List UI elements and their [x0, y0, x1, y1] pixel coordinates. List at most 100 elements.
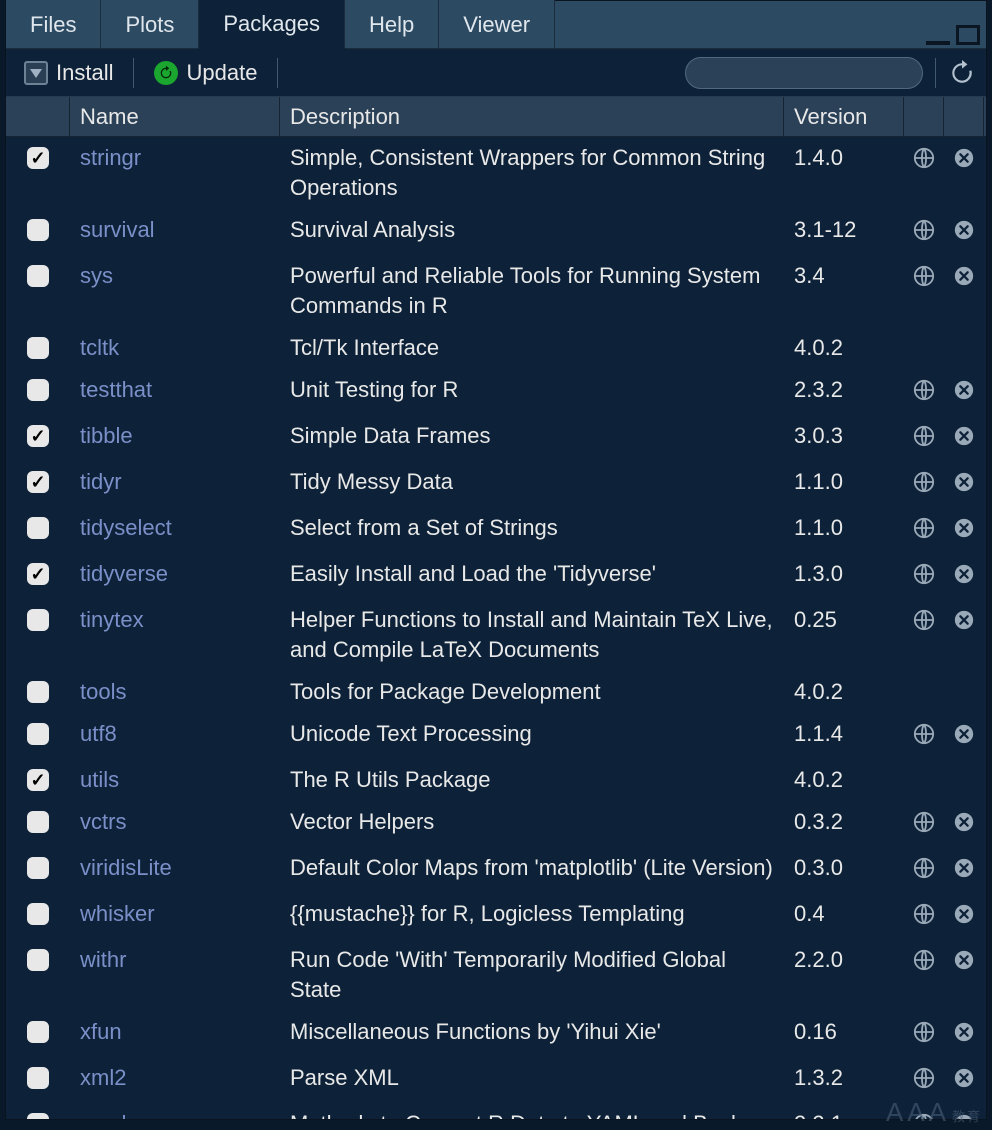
package-name-link[interactable]: tibble [70, 419, 280, 457]
toolbar-separator [133, 58, 134, 88]
remove-icon[interactable] [953, 723, 975, 753]
remove-icon[interactable] [953, 265, 975, 295]
loaded-checkbox[interactable] [27, 563, 49, 585]
package-name-link[interactable]: utf8 [70, 717, 280, 755]
package-name-link[interactable]: tidyselect [70, 511, 280, 549]
package-name-link[interactable]: yaml [70, 1107, 280, 1119]
globe-icon[interactable] [913, 425, 935, 455]
refresh-icon [949, 60, 975, 86]
minimize-icon[interactable] [926, 27, 950, 45]
remove-icon[interactable] [953, 517, 975, 547]
remove-icon[interactable] [953, 1021, 975, 1051]
package-name-link[interactable]: tinytex [70, 603, 280, 667]
package-name-link[interactable]: vctrs [70, 805, 280, 843]
remove-icon[interactable] [953, 379, 975, 409]
tab-plots[interactable]: Plots [101, 0, 199, 48]
loaded-checkbox[interactable] [27, 769, 49, 791]
search-input[interactable] [706, 62, 938, 83]
globe-icon[interactable] [913, 517, 935, 547]
package-version: 0.25 [784, 603, 904, 667]
loaded-checkbox[interactable] [27, 379, 49, 401]
package-name-link[interactable]: viridisLite [70, 851, 280, 889]
package-name-link[interactable]: stringr [70, 141, 280, 205]
package-name-link[interactable]: whisker [70, 897, 280, 935]
remove-icon[interactable] [953, 563, 975, 593]
package-name-link[interactable]: testthat [70, 373, 280, 411]
tab-packages[interactable]: Packages [199, 0, 345, 49]
refresh-button[interactable] [948, 59, 976, 87]
update-button[interactable]: Update [146, 56, 265, 90]
package-name-link[interactable]: withr [70, 943, 280, 1007]
header-web [904, 97, 944, 136]
package-name-link[interactable]: tcltk [70, 331, 280, 365]
globe-icon[interactable] [913, 147, 935, 177]
remove-icon[interactable] [953, 609, 975, 639]
package-name-link[interactable]: xml2 [70, 1061, 280, 1099]
search-box[interactable] [685, 57, 923, 89]
loaded-checkbox[interactable] [27, 903, 49, 925]
tab-files[interactable]: Files [6, 0, 101, 48]
globe-icon[interactable] [913, 265, 935, 295]
package-row: utf8Unicode Text Processing1.1.4 [6, 713, 986, 759]
install-button[interactable]: Install [16, 56, 121, 90]
package-name-link[interactable]: xfun [70, 1015, 280, 1053]
header-version[interactable]: Version [784, 97, 904, 136]
globe-icon[interactable] [913, 379, 935, 409]
remove-icon[interactable] [953, 425, 975, 455]
header-name[interactable]: Name [70, 97, 280, 136]
globe-icon[interactable] [913, 811, 935, 841]
remove-icon[interactable] [953, 147, 975, 177]
packages-pane: FilesPlotsPackagesHelpViewer Install Upd… [5, 0, 987, 1120]
loaded-checkbox[interactable] [27, 949, 49, 971]
loaded-checkbox[interactable] [27, 219, 49, 241]
globe-icon[interactable] [913, 609, 935, 639]
globe-icon[interactable] [913, 903, 935, 933]
loaded-checkbox[interactable] [27, 265, 49, 287]
globe-icon[interactable] [913, 723, 935, 753]
header-desc[interactable]: Description [280, 97, 784, 136]
globe-icon[interactable] [913, 1067, 935, 1097]
remove-icon[interactable] [953, 857, 975, 887]
tab-help[interactable]: Help [345, 0, 439, 48]
remove-icon[interactable] [953, 471, 975, 501]
maximize-icon[interactable] [956, 25, 980, 45]
loaded-checkbox[interactable] [27, 857, 49, 879]
remove-icon[interactable] [953, 949, 975, 979]
packages-toolbar: Install Update [6, 49, 986, 97]
package-name-link[interactable]: survival [70, 213, 280, 251]
package-version: 2.3.2 [784, 373, 904, 411]
loaded-checkbox[interactable] [27, 723, 49, 745]
tab-viewer[interactable]: Viewer [439, 0, 555, 48]
loaded-checkbox[interactable] [27, 1113, 49, 1119]
loaded-checkbox[interactable] [27, 1067, 49, 1089]
package-description: Simple, Consistent Wrappers for Common S… [280, 141, 784, 205]
loaded-checkbox[interactable] [27, 1021, 49, 1043]
loaded-checkbox[interactable] [27, 811, 49, 833]
package-version: 0.4 [784, 897, 904, 935]
loaded-checkbox[interactable] [27, 147, 49, 169]
loaded-checkbox[interactable] [27, 681, 49, 703]
package-name-link[interactable]: utils [70, 763, 280, 797]
package-name-link[interactable]: tidyr [70, 465, 280, 503]
package-name-link[interactable]: tidyverse [70, 557, 280, 595]
loaded-checkbox[interactable] [27, 337, 49, 359]
remove-icon[interactable] [953, 219, 975, 249]
package-name-link[interactable]: sys [70, 259, 280, 323]
globe-icon[interactable] [913, 471, 935, 501]
remove-icon[interactable] [953, 1067, 975, 1097]
globe-icon[interactable] [913, 949, 935, 979]
package-version: 4.0.2 [784, 675, 904, 709]
package-name-link[interactable]: tools [70, 675, 280, 709]
loaded-checkbox[interactable] [27, 471, 49, 493]
globe-icon[interactable] [913, 563, 935, 593]
package-row: survivalSurvival Analysis3.1-12 [6, 209, 986, 255]
loaded-checkbox[interactable] [27, 517, 49, 539]
globe-icon[interactable] [913, 219, 935, 249]
remove-icon[interactable] [953, 811, 975, 841]
loaded-checkbox[interactable] [27, 609, 49, 631]
packages-table[interactable]: stringrSimple, Consistent Wrappers for C… [6, 137, 986, 1119]
globe-icon[interactable] [913, 857, 935, 887]
loaded-checkbox[interactable] [27, 425, 49, 447]
remove-icon[interactable] [953, 903, 975, 933]
globe-icon[interactable] [913, 1021, 935, 1051]
